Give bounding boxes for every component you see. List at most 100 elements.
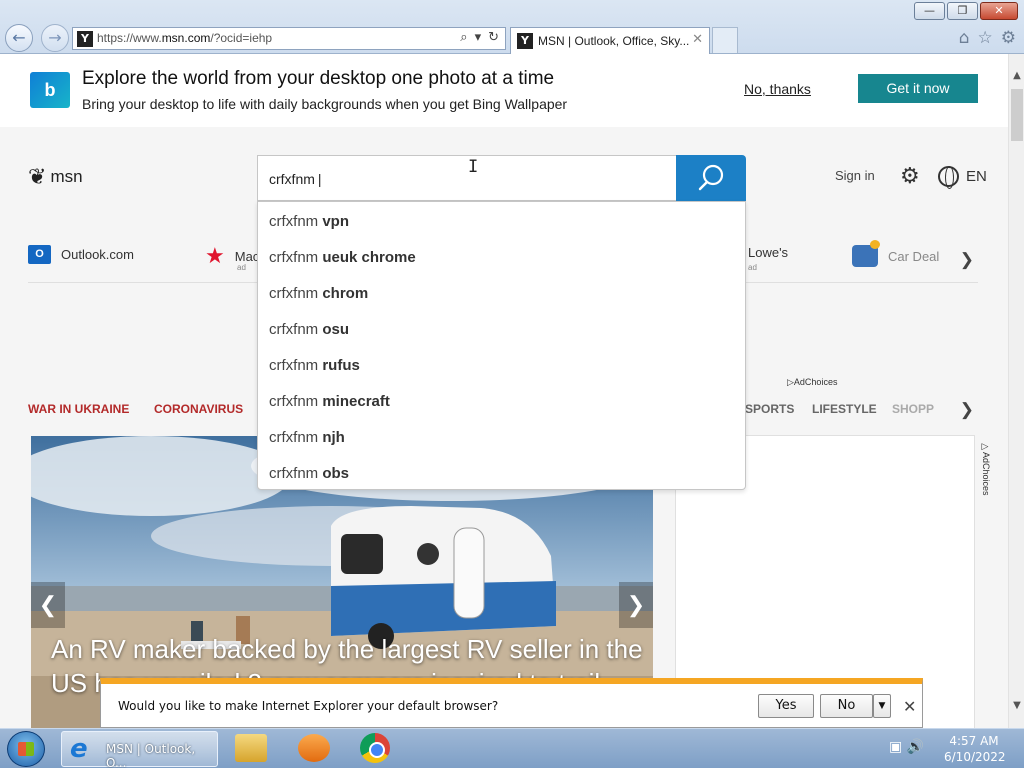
search-icon: [698, 164, 724, 191]
yes-button[interactable]: Yes: [758, 694, 814, 718]
banner-title: Explore the world from your desktop one …: [82, 68, 555, 89]
category-sports[interactable]: SPORTS: [745, 402, 794, 416]
bing-logo-icon: b: [30, 72, 70, 108]
tab-title: MSN | Outlook, Office, Sky...: [538, 34, 690, 48]
arrow-right-icon: →: [48, 28, 62, 47]
refresh-icon[interactable]: ↻: [488, 30, 499, 45]
get-it-now-button[interactable]: Get it now: [858, 74, 978, 103]
media-player-icon[interactable]: [298, 734, 330, 762]
scroll-up-icon[interactable]: ▲: [1009, 68, 1024, 84]
quicklink-car-deals[interactable]: Car Deal: [852, 240, 940, 267]
notification-message: Would you like to make Internet Explorer…: [118, 699, 499, 713]
suggestion-item[interactable]: crfxfnm ueuk chrome: [269, 249, 416, 266]
search-query: crfxfnm: [269, 171, 322, 187]
search-button[interactable]: [676, 155, 746, 201]
quicklink-label: Mac: [234, 248, 260, 264]
ad-label: ad: [748, 263, 757, 272]
outlook-icon: O: [28, 245, 51, 264]
quicklink-lowes[interactable]: Lowe's ad: [748, 245, 789, 272]
dropdown-icon[interactable]: ▾: [475, 30, 482, 45]
msn-butterfly-icon: ❦: [28, 164, 47, 189]
default-browser-notification: Would you like to make Internet Explorer…: [100, 678, 923, 728]
desktop: { "window": { "minimize": "—", "maximize…: [0, 0, 1024, 768]
adchoices-link[interactable]: ▷AdChoices: [787, 377, 837, 388]
maximize-button[interactable]: ❐: [947, 2, 978, 20]
window-controls: — ❐ ✕: [914, 2, 1018, 20]
system-tray: ▣ 🔊: [889, 739, 924, 755]
chevron-right-icon: ❯: [626, 592, 646, 617]
sign-in-link[interactable]: Sign in: [835, 168, 875, 183]
suggestion-item[interactable]: crfxfnm minecraft: [269, 393, 390, 410]
category-war-in-ukraine[interactable]: WAR IN UKRAINE: [28, 402, 129, 416]
text-cursor-icon: I: [468, 157, 479, 177]
hero-prev-button[interactable]: ❮: [31, 582, 65, 628]
close-window-button[interactable]: ✕: [980, 2, 1018, 20]
macys-star-icon: ★: [205, 243, 225, 268]
taskbar: e MSN | Outlook, O... ▣ 🔊 4:57 AM 6/10/2…: [0, 728, 1024, 768]
chevron-right-icon[interactable]: ❯: [960, 250, 974, 270]
network-icon[interactable]: ▣: [889, 739, 902, 755]
home-icon[interactable]: ⌂: [959, 28, 970, 48]
banner-subtitle: Bring your desktop to life with daily ba…: [82, 96, 568, 112]
chrome-icon[interactable]: [360, 733, 390, 763]
language-selector[interactable]: EN: [966, 168, 987, 185]
tools-gear-icon[interactable]: ⚙: [1001, 28, 1016, 48]
tab-close-button[interactable]: ✕: [692, 32, 703, 47]
minimize-button[interactable]: —: [914, 2, 945, 20]
settings-gear-icon[interactable]: ⚙: [900, 163, 920, 189]
bing-wallpaper-banner: b Explore the world from your desktop on…: [0, 54, 1008, 127]
no-button[interactable]: No: [820, 694, 873, 718]
globe-icon[interactable]: [938, 166, 959, 189]
chevron-down-icon: ▼: [878, 701, 886, 711]
msn-logo[interactable]: ❦ msn: [28, 164, 83, 190]
category-lifestyle[interactable]: LIFESTYLE: [812, 402, 877, 416]
category-shopping[interactable]: SHOPP: [892, 402, 934, 416]
quicklink-label: Outlook.com: [61, 247, 134, 262]
quicklink-outlook[interactable]: O Outlook.com: [28, 245, 134, 264]
clock-date: 6/10/2022: [944, 750, 1006, 764]
ad-label: ad: [237, 263, 246, 272]
quicklink-macys[interactable]: ★ Mac ad: [205, 243, 260, 273]
no-thanks-link[interactable]: No, thanks: [744, 81, 811, 97]
quicklink-label: Car Deal: [888, 248, 940, 264]
category-coronavirus[interactable]: CORONAVIRUS: [154, 402, 243, 416]
address-bar[interactable]: Y https://www.msn.com/?ocid=iehp ⌕ ▾ ↻: [72, 27, 506, 50]
clock-time: 4:57 AM: [949, 734, 999, 748]
no-options-dropdown[interactable]: ▼: [873, 694, 891, 718]
chevron-right-icon[interactable]: ❯: [960, 400, 974, 420]
msn-favicon: Y: [77, 31, 93, 47]
file-explorer-icon[interactable]: [235, 734, 267, 762]
hero-next-button[interactable]: ❯: [619, 582, 653, 628]
search-suggestions: crfxfnm vpn crfxfnm ueuk chrome crfxfnm …: [257, 201, 746, 490]
start-button[interactable]: [7, 731, 45, 767]
forward-button[interactable]: →: [41, 24, 69, 52]
suggestion-item[interactable]: crfxfnm obs: [269, 465, 349, 482]
browser-chrome: — ❐ ✕ ← → Y https://www.msn.com/?ocid=ie…: [0, 0, 1024, 54]
suggestion-item[interactable]: crfxfnm vpn: [269, 213, 349, 230]
address-tools: ⌕ ▾ ↻: [460, 30, 499, 45]
scroll-down-icon[interactable]: ▼: [1009, 698, 1024, 714]
browser-toolbar: ⌂ ☆ ⚙: [959, 28, 1016, 48]
tab-msn[interactable]: Y MSN | Outlook, Office, Sky... ✕: [510, 27, 710, 54]
favorites-star-icon[interactable]: ☆: [978, 28, 993, 48]
notification-close-button[interactable]: ✕: [903, 697, 916, 716]
clock[interactable]: 4:57 AM 6/10/2022: [944, 733, 1006, 765]
page-scrollbar[interactable]: ▲ ▼: [1008, 54, 1024, 728]
new-tab-button[interactable]: [712, 27, 738, 53]
address-url[interactable]: https://www.msn.com/?ocid=iehp: [97, 31, 272, 45]
suggestion-item[interactable]: crfxfnm chrom: [269, 285, 368, 302]
volume-icon[interactable]: 🔊: [907, 739, 924, 755]
msn-favicon: Y: [517, 33, 533, 49]
search-icon[interactable]: ⌕: [460, 30, 467, 45]
suggestion-item[interactable]: crfxfnm njh: [269, 429, 345, 446]
car-icon: [852, 240, 880, 267]
quicklink-label: Lowe's: [748, 245, 789, 260]
internet-explorer-icon: e: [70, 734, 88, 764]
suggestion-item[interactable]: crfxfnm osu: [269, 321, 349, 338]
adchoices-vertical-link[interactable]: ▷AdChoices: [981, 442, 991, 496]
search-input[interactable]: crfxfnm: [257, 155, 677, 201]
back-button[interactable]: ←: [5, 24, 33, 52]
taskbar-ie-button[interactable]: e MSN | Outlook, O...: [61, 731, 218, 768]
scrollbar-thumb[interactable]: [1011, 89, 1023, 141]
suggestion-item[interactable]: crfxfnm rufus: [269, 357, 360, 374]
